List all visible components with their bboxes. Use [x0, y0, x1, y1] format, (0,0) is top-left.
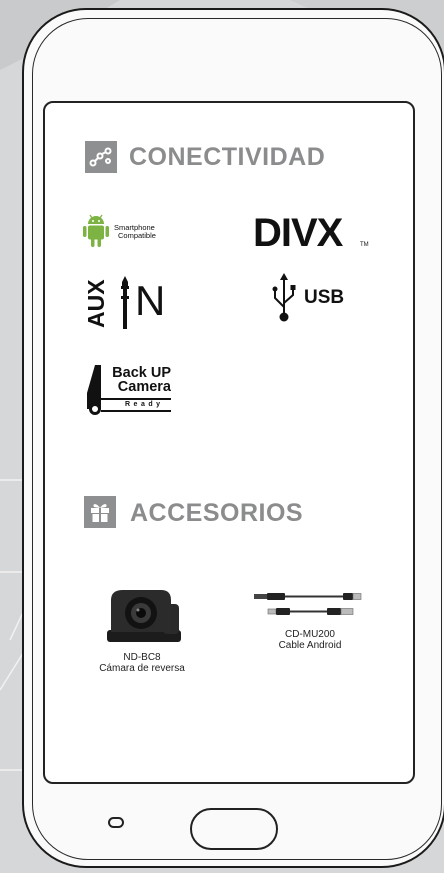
- backup-line2: Camera: [117, 379, 171, 395]
- connectivity-nodes-icon: [85, 141, 117, 173]
- accessory-cable-desc: Cable Android: [278, 640, 342, 651]
- gift-icon: [84, 496, 116, 528]
- smartphone-compatible-label: Smartphone Compatible: [114, 224, 156, 240]
- accessory-cable-model: CD-MU200: [284, 629, 335, 640]
- aux-jack-icon: [121, 276, 129, 329]
- usb-icon: [272, 273, 296, 322]
- backup-rule: [101, 398, 171, 400]
- phone-home-button[interactable]: [190, 808, 278, 850]
- divx-trademark: TM: [360, 242, 369, 248]
- divx-logo: DIVX: [253, 211, 343, 255]
- accessory-camera-desc: Cámara de reversa: [99, 663, 185, 674]
- aux-in-letter: N: [135, 277, 166, 324]
- aux-label: AUX: [83, 279, 109, 328]
- phone-screen: CONECTIVIDAD Smartphone Compatible DIVX …: [43, 101, 415, 784]
- accessory-camera-model: ND-BC8: [123, 652, 161, 663]
- backup-ready-label: Ready: [125, 401, 164, 408]
- connectivity-title: CONECTIVIDAD: [129, 143, 326, 171]
- usb-label: USB: [304, 287, 345, 308]
- smartphone-line2: Compatible: [118, 231, 156, 240]
- rear-camera-image: [107, 590, 181, 642]
- backup-line1: Back UP: [112, 365, 171, 381]
- accessories-title: ACCESORIOS: [130, 499, 304, 527]
- usb-cable-image: [254, 593, 362, 615]
- accessory-cable-caption: CD-MU200 Cable Android: [245, 629, 375, 651]
- backup-camera-label: Back UP Camera: [105, 365, 171, 395]
- android-icon: [83, 214, 109, 247]
- backup-rule-bottom: [101, 410, 171, 412]
- phone-back-button[interactable]: [108, 817, 124, 828]
- accessory-camera-caption: ND-BC8 Cámara de reversa: [77, 652, 207, 674]
